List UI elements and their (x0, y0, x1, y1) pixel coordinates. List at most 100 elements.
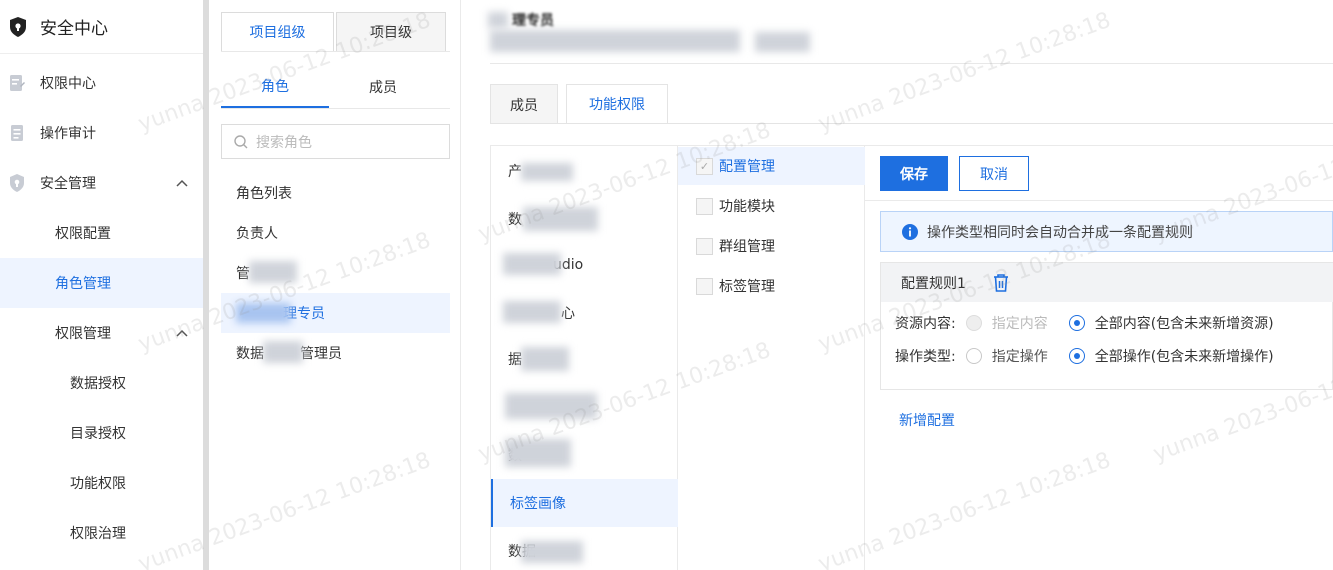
function-label: 数 (508, 212, 522, 228)
tab-project-group[interactable]: 项目组级 (221, 12, 334, 52)
nav-item-permission-center[interactable]: 权限中心 (0, 58, 203, 108)
nav-item-label: 数据授权 (70, 376, 126, 392)
left-nav: 安全中心 权限中心 操作审计 安全管理 权限配置 角色管理 权限管理 数据授权 … (0, 0, 203, 570)
radio-label: 指定内容 (991, 316, 1048, 332)
save-button[interactable]: 保存 (880, 156, 948, 191)
redacted-text (521, 163, 573, 181)
role-header-title: 理专员 (488, 10, 554, 30)
module-item[interactable]: 功能模块 (678, 187, 865, 225)
header-title-text: 理专员 (512, 13, 554, 29)
function-item[interactable]: 数 (491, 431, 678, 479)
info-icon (902, 223, 918, 240)
nav-item-label: 权限管理 (55, 326, 111, 342)
radio-all-operation[interactable] (1068, 348, 1085, 364)
nav-item-label: 权限配置 (55, 226, 111, 242)
tab-label: 成员 (510, 97, 538, 114)
function-item[interactable]: 据 (491, 335, 678, 383)
radio-specified-operation[interactable] (965, 348, 982, 364)
operation-label: 操作类型: (895, 349, 956, 365)
nav-item-security-management[interactable]: 安全管理 (0, 158, 203, 208)
nav-item-data-auth[interactable]: 数据授权 (0, 358, 203, 408)
function-item[interactable]: udio (491, 241, 678, 289)
radio-all-content[interactable] (1068, 315, 1085, 331)
role-item-selected[interactable]: 理专员 (221, 293, 450, 333)
module-item[interactable]: 群组管理 (678, 227, 865, 265)
module-item-selected[interactable]: ✓ 配置管理 (678, 147, 865, 185)
function-label: 标签画像 (510, 496, 566, 512)
chevron-up-icon[interactable] (175, 176, 189, 190)
resource-row: 资源内容: 指定内容 全部内容(包含未来新增资源) (895, 313, 1274, 333)
tab-project[interactable]: 项目级 (336, 12, 446, 52)
nav-item-label: 权限治理 (70, 526, 126, 542)
module-label: 功能模块 (719, 199, 775, 215)
add-config-link[interactable]: 新增配置 (899, 410, 955, 430)
nav-brand[interactable]: 安全中心 (0, 0, 203, 54)
module-item[interactable]: 标签管理 (678, 267, 865, 305)
search-icon (234, 134, 248, 148)
nav-item-role-management[interactable]: 角色管理 (0, 258, 203, 308)
function-item[interactable]: 心 (491, 289, 678, 337)
function-item[interactable]: 数 (491, 195, 678, 243)
chevron-up-icon[interactable] (175, 326, 189, 340)
redacted-text (521, 347, 569, 371)
cancel-button[interactable]: 取消 (959, 156, 1029, 191)
redacted-text (503, 301, 561, 323)
checkbox-checked-icon[interactable]: ✓ (696, 157, 713, 175)
checkbox-icon[interactable] (696, 197, 713, 215)
role-item[interactable]: 负责人 (221, 213, 450, 253)
role-label: 管 (236, 266, 250, 282)
function-item[interactable] (491, 383, 678, 431)
tab-label: 项目级 (370, 25, 412, 41)
radio-label: 全部操作(包含未来新增操作) (1094, 349, 1274, 365)
subtab-label: 角色 (261, 79, 289, 95)
subtab-label: 成员 (369, 80, 397, 96)
shield-icon (9, 174, 25, 192)
function-item[interactable]: 数据 (491, 527, 678, 570)
trash-icon[interactable] (992, 273, 1010, 293)
tab-members[interactable]: 成员 (490, 84, 558, 124)
operation-row: 操作类型: 指定操作 全部操作(包含未来新增操作) (895, 346, 1274, 366)
radio-label: 指定操作 (991, 349, 1048, 365)
function-label: 据 (508, 352, 522, 368)
redacted-text (236, 303, 291, 323)
nav-item-label: 操作审计 (40, 126, 96, 142)
nav-item-label: 安全管理 (40, 176, 96, 192)
redacted-text (505, 393, 597, 419)
nav-item-function-permission[interactable]: 功能权限 (0, 458, 203, 508)
tab-function-permission[interactable]: 功能权限 (566, 84, 668, 124)
nav-item-catalog-auth[interactable]: 目录授权 (0, 408, 203, 458)
nav-item-label: 功能权限 (70, 476, 126, 492)
tab-divider (221, 51, 450, 52)
role-label: 角色列表 (236, 186, 292, 202)
checkbox-icon[interactable] (696, 277, 713, 295)
header-divider (490, 63, 1333, 64)
nav-brand-label: 安全中心 (40, 19, 108, 39)
radio-label: 全部内容(包含未来新增资源) (1094, 316, 1274, 332)
role-label: 数据 (236, 346, 264, 362)
info-text: 操作类型相同时会自动合并成一条配置规则 (927, 224, 1193, 241)
watermark: yunna 2023-06-12 10:28:18 (815, 7, 1114, 138)
function-list: 产 数 udio 心 据 数 标签画像 数据 (490, 145, 678, 570)
nav-item-permission-management[interactable]: 权限管理 (0, 308, 203, 358)
subtab-members[interactable]: 成员 (329, 66, 437, 108)
resource-label: 资源内容: (895, 316, 956, 332)
subtab-divider (221, 108, 450, 109)
tabs-divider (490, 123, 1333, 124)
nav-item-permission-governance[interactable]: 权限治理 (0, 508, 203, 558)
role-item[interactable]: 数据 管理员 (221, 333, 450, 373)
function-item[interactable]: 产 (491, 147, 678, 195)
subtab-roles[interactable]: 角色 (221, 66, 329, 108)
tab-label: 功能权限 (589, 97, 645, 113)
radio-specified-content[interactable] (965, 315, 982, 331)
search-placeholder: 搜索角色 (256, 134, 312, 151)
role-item[interactable]: 角色列表 (221, 173, 450, 213)
role-search-input[interactable]: 搜索角色 (221, 124, 450, 159)
module-label: 群组管理 (719, 239, 775, 255)
function-item-selected[interactable]: 标签画像 (491, 479, 678, 527)
module-label: 配置管理 (719, 159, 775, 175)
checkbox-icon[interactable] (696, 237, 713, 255)
nav-item-permission-config[interactable]: 权限配置 (0, 208, 203, 258)
role-item[interactable]: 管 (221, 253, 450, 293)
nav-item-audit[interactable]: 操作审计 (0, 108, 203, 158)
rule-card-header: 配置规则1 (881, 263, 1333, 302)
